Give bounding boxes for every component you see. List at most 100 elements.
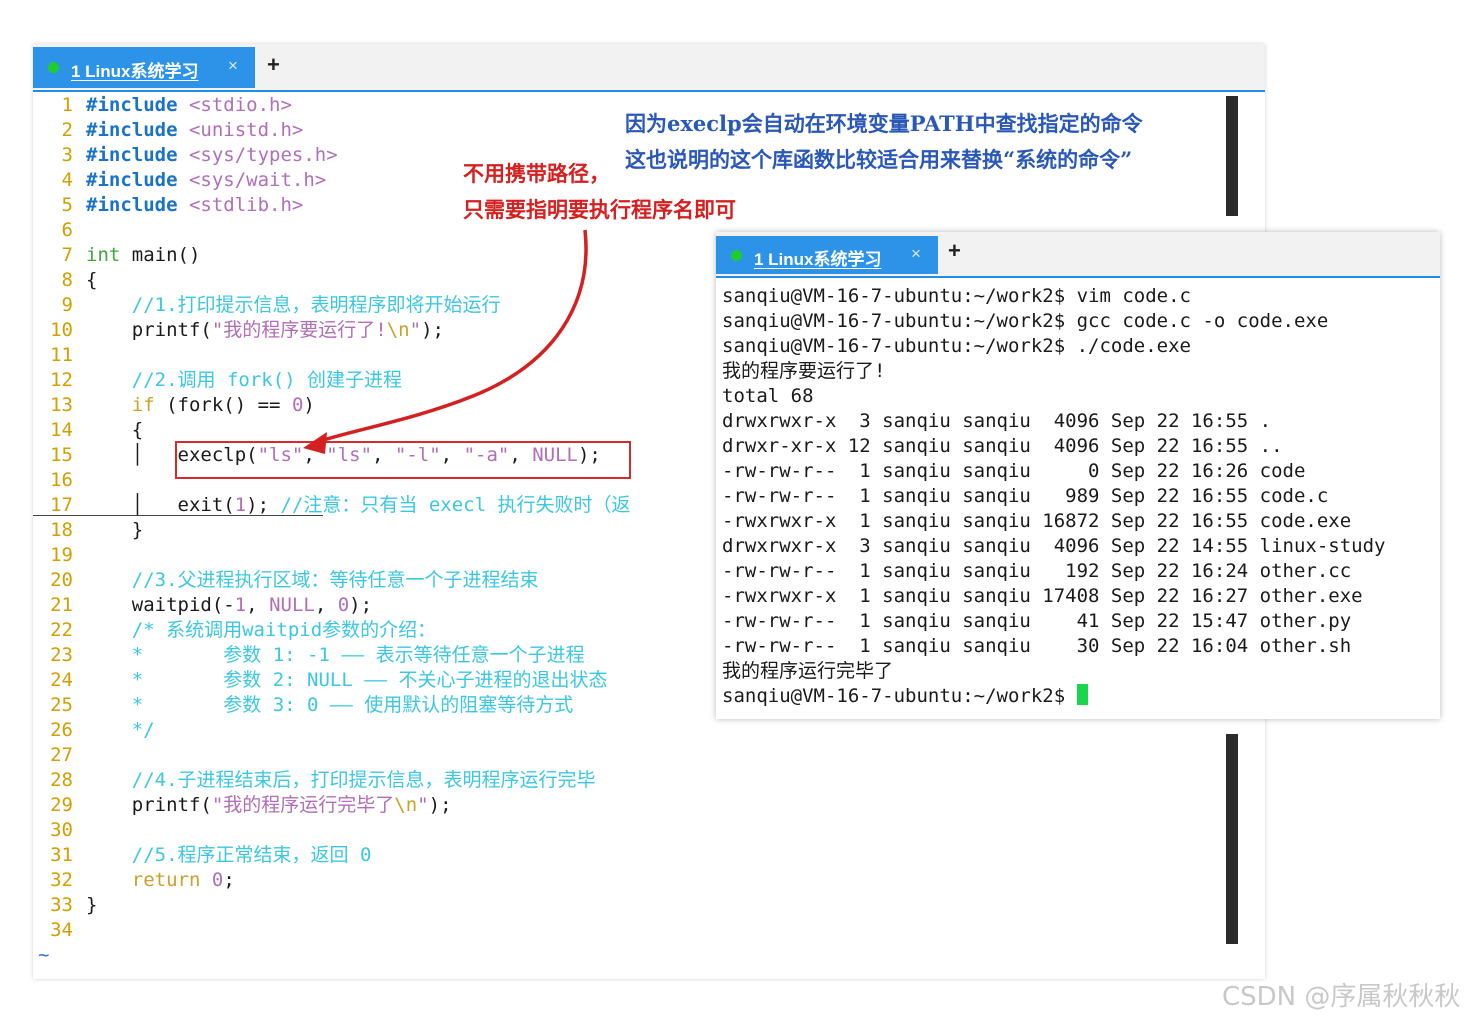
cursor-line-underline [33,515,323,516]
code-token: \n [394,794,418,816]
code-text: //1.打印提示信息，表明程序即将开始运行 [86,293,501,318]
line-number: 13 [50,394,73,416]
code-token: #include [86,119,178,141]
line-number: 27 [50,744,73,766]
code-token: , [246,594,270,616]
terminal-prompt: sanqiu@VM-16-7-ubuntu:~/work2$ [722,685,1077,707]
code-text: * 参数 3: 0 —— 使用默认的阻塞等待方式 [86,693,573,718]
code-text: printf("我的程序运行完毕了\n"); [86,793,452,818]
code-token: //4.子进程结束后，打印提示信息，表明程序运行完毕 [131,769,596,791]
line-number: 14 [50,419,73,441]
line-number: 1 [61,94,73,116]
scrollbar-track-top[interactable] [1226,96,1238,216]
line-number: 12 [50,369,73,391]
code-text: return 0; [86,868,235,893]
code-token: printf( [86,319,212,341]
new-tab-button[interactable]: + [948,238,961,264]
code-text: #include <sys/wait.h> [86,168,326,193]
code-token: return [131,869,201,891]
code-text: #include <unistd.h> [86,118,303,143]
line-number: 21 [50,594,73,616]
code-text: { [86,418,143,443]
scrollbar-track-bottom[interactable] [1226,734,1238,944]
code-token: //5.程序正常结束，返回 0 [131,844,372,866]
annotation-blue-line1: 因为execlp会自动在环境变量PATH中查找指定的命令 [625,111,1143,136]
code-token: 0 [211,869,224,891]
editor-tab[interactable]: 1 Linux系统学习 × [33,47,255,88]
code-token: * 参数 2: NULL —— 不关心子进程的退出状态 [131,669,608,691]
line-number: 11 [50,344,73,366]
close-tab-icon[interactable]: × [911,244,921,264]
code-token: ; [223,869,235,891]
code-text: */ [86,718,155,743]
code-token: " [417,794,429,816]
code-token: */ [131,719,155,741]
terminal-prompt-line[interactable]: sanqiu@VM-16-7-ubuntu:~/work2$ [722,684,1088,709]
code-text: /* 系统调用waitpid参数的介绍： [86,618,436,643]
line-number: 15 [50,444,73,466]
line-number: 16 [50,469,73,491]
line-number: 7 [61,244,73,266]
line-number: 33 [50,894,73,916]
code-text: waitpid(-1, NULL, 0); [86,593,372,618]
annotation-blue-line2: 这也说明的这个库函数比较适合用来替换“系统的命令” [625,147,1133,172]
code-token: 0 [291,394,304,416]
terminal-line: drwxrwxr-x 3 sanqiu sanqiu 4096 Sep 22 1… [722,535,1386,557]
line-number: 22 [50,619,73,641]
line-number: 25 [50,694,73,716]
code-text: { [86,268,97,293]
line-number: 30 [50,819,73,841]
code-token: <unistd.h> [188,119,304,141]
code-token: if [131,394,155,416]
terminal-tab-title: 1 Linux系统学习 [754,250,882,269]
close-tab-icon[interactable]: × [228,56,238,76]
terminal-line: drwxr-xr-x 12 sanqiu sanqiu 4096 Sep 22 … [722,435,1283,457]
watermark: CSDN @序属秋秋秋 [1222,982,1461,1012]
code-token: #include [86,194,178,216]
terminal-line: total 68 [722,385,814,407]
code-token: <sys/types.h> [188,144,338,166]
line-number: 26 [50,719,73,741]
code-token: <stdlib.h> [188,194,304,216]
code-token: //注意：只有当 execl 执行失败时（返 [280,494,631,516]
terminal-line: -rw-rw-r-- 1 sanqiu sanqiu 41 Sep 22 15:… [722,610,1352,632]
code-text: * 参数 1: -1 —— 表示等待任意一个子进程 [86,643,585,668]
code-token: ) [303,394,315,416]
code-token: } [86,894,98,916]
code-token: //1.打印提示信息，表明程序即将开始运行 [131,294,501,316]
code-token: 1 [234,494,247,516]
line-number: 3 [61,144,73,166]
line-number: 10 [50,319,73,341]
terminal-cursor [1076,684,1088,705]
status-dot-icon [731,250,742,261]
code-token: ); [428,794,452,816]
new-tab-button[interactable]: + [267,52,280,78]
code-token: //3.父进程执行区域：等待任意一个子进程结束 [131,569,539,591]
editor-tab-bar: 1 Linux系统学习 × + [33,44,1265,92]
code-token: 1 [234,594,247,616]
code-text: //5.程序正常结束，返回 0 [86,843,372,868]
code-token: //2.调用 fork() 创建子进程 [131,369,403,391]
code-token: } [86,519,144,541]
line-number: 29 [50,794,73,816]
code-token: <stdio.h> [188,94,292,116]
code-text: //3.父进程执行区域：等待任意一个子进程结束 [86,568,539,593]
terminal-line: 我的程序要运行了! [722,360,886,382]
terminal-tab[interactable]: 1 Linux系统学习 × [716,236,938,274]
code-token: "我的程序运行完毕了 [211,794,395,816]
